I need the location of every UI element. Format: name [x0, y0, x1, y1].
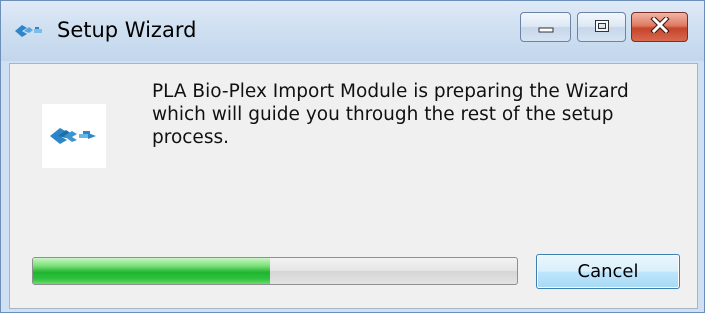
setup-wizard-window: Setup Wizard PLA Bio-Plex Import Module …: [0, 0, 705, 313]
close-icon: [649, 15, 670, 37]
title-bar[interactable]: Setup Wizard: [1, 1, 704, 61]
window-title: Setup Wizard: [57, 18, 197, 42]
minimize-button[interactable]: [520, 12, 571, 42]
cancel-button[interactable]: Cancel: [536, 254, 680, 289]
close-button[interactable]: [631, 12, 688, 42]
app-icon: [15, 21, 43, 41]
app-logo-icon: [42, 104, 106, 168]
minimize-icon: [538, 18, 554, 37]
maximize-icon: [594, 18, 610, 37]
progress-bar: [32, 257, 518, 285]
wizard-content-panel: PLA Bio-Plex Import Module is preparing …: [9, 63, 698, 309]
progress-bar-fill: [33, 258, 271, 284]
preparing-message: PLA Bio-Plex Import Module is preparing …: [152, 81, 629, 148]
maximize-button[interactable]: [577, 12, 626, 42]
